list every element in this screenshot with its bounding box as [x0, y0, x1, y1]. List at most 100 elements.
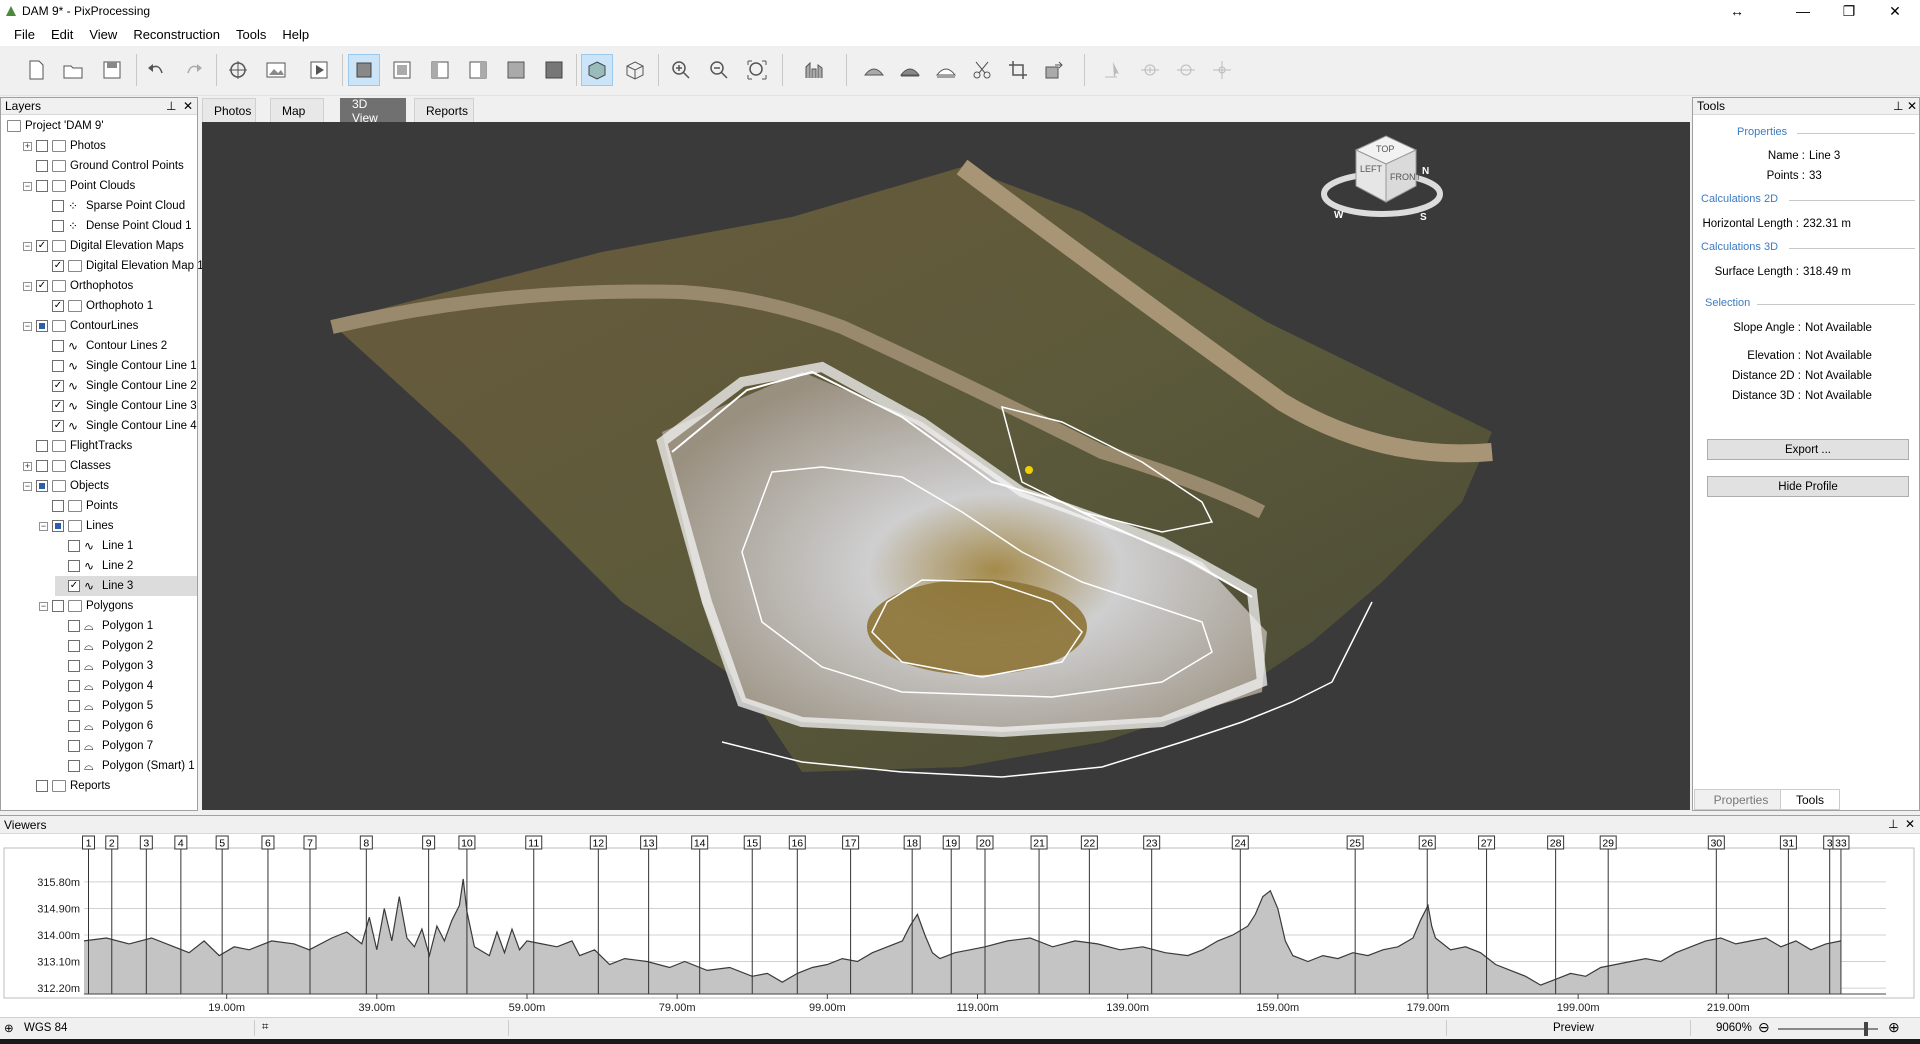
- layer-item[interactable]: ⌓ Polygon 1: [55, 616, 153, 636]
- volume-icon[interactable]: [858, 54, 890, 86]
- play-icon[interactable]: [303, 54, 335, 86]
- layer-item[interactable]: ✓ ∿ Single Contour Line 2: [39, 376, 197, 396]
- pin-icon[interactable]: ⊥: [1893, 99, 1903, 113]
- pin-icon[interactable]: ⊥: [1888, 817, 1898, 831]
- undo-icon[interactable]: [140, 54, 172, 86]
- layer-checkbox[interactable]: [52, 500, 64, 512]
- view-top-icon[interactable]: [538, 54, 570, 86]
- layer-checkbox[interactable]: ✓: [52, 420, 64, 432]
- menu-tools[interactable]: Tools: [228, 27, 274, 42]
- close-icon[interactable]: ✕: [1905, 817, 1915, 831]
- layer-checkbox[interactable]: [36, 180, 48, 192]
- layer-item[interactable]: ⌓ Polygon 2: [55, 636, 153, 656]
- minimize-button[interactable]: —: [1780, 0, 1826, 22]
- layer-checkbox[interactable]: ✓: [52, 300, 64, 312]
- close-icon[interactable]: ✕: [183, 99, 193, 113]
- layer-checkbox[interactable]: [68, 540, 80, 552]
- layer-item[interactable]: ✓ Orthophoto 1: [39, 296, 153, 316]
- remove-point-icon[interactable]: [1170, 54, 1202, 86]
- layer-item[interactable]: − Point Clouds: [23, 176, 135, 196]
- layer-checkbox[interactable]: [36, 780, 48, 792]
- layer-checkbox[interactable]: ✓: [52, 400, 64, 412]
- layer-item[interactable]: Reports: [23, 776, 110, 796]
- 3d-scene[interactable]: [202, 122, 1690, 810]
- collapse-icon[interactable]: −: [23, 481, 32, 491]
- layer-checkbox[interactable]: [68, 740, 80, 752]
- collapse-icon[interactable]: −: [23, 181, 32, 191]
- expand-icon[interactable]: +: [23, 461, 32, 471]
- layer-checkbox[interactable]: [36, 460, 48, 472]
- crop-status-icon[interactable]: ⌗: [262, 1021, 268, 1034]
- menu-help[interactable]: Help: [274, 27, 317, 42]
- crop-icon[interactable]: [1002, 54, 1034, 86]
- hide-profile-button[interactable]: Hide Profile: [1707, 476, 1909, 497]
- layer-item[interactable]: ✓ Digital Elevation Map 1: [39, 256, 204, 276]
- layer-item[interactable]: Points: [39, 496, 118, 516]
- export-button[interactable]: Export ...: [1707, 439, 1909, 460]
- surface2-icon[interactable]: [930, 54, 962, 86]
- layer-item[interactable]: ⌓ Polygon 4: [55, 676, 153, 696]
- layer-item[interactable]: ⌓ Polygon 6: [55, 716, 153, 736]
- layer-checkbox[interactable]: [68, 700, 80, 712]
- zoom-in-status-icon[interactable]: ⊕: [1888, 1019, 1900, 1036]
- layer-item[interactable]: ⌓ Polygon 3: [55, 656, 153, 676]
- pin-icon[interactable]: ⊥: [166, 99, 176, 113]
- layer-item[interactable]: ⌓ Polygon 5: [55, 696, 153, 716]
- layer-checkbox[interactable]: [52, 340, 64, 352]
- view-right-icon[interactable]: [500, 54, 532, 86]
- layer-checkbox[interactable]: [52, 520, 64, 532]
- layer-checkbox[interactable]: [68, 760, 80, 772]
- collapse-icon[interactable]: −: [23, 281, 32, 291]
- layer-item[interactable]: ⁘ Dense Point Cloud 1: [39, 216, 191, 236]
- layer-item[interactable]: FlightTracks: [23, 436, 132, 456]
- collapse-icon[interactable]: −: [39, 521, 48, 531]
- select-icon[interactable]: [1098, 54, 1130, 86]
- layer-checkbox[interactable]: [36, 480, 48, 492]
- layer-checkbox[interactable]: [52, 200, 64, 212]
- layer-checkbox[interactable]: ✓: [68, 580, 80, 592]
- layer-item[interactable]: − ✓ Orthophotos: [23, 276, 133, 296]
- view-back-icon[interactable]: [424, 54, 456, 86]
- add-point-icon[interactable]: [1134, 54, 1166, 86]
- layer-item[interactable]: ✓ ∿ Line 3: [55, 576, 197, 596]
- tab-map[interactable]: Map: [270, 98, 324, 122]
- layer-item[interactable]: ∿ Line 1: [55, 536, 133, 556]
- layer-item[interactable]: − Lines: [39, 516, 114, 536]
- layer-item[interactable]: ∿ Single Contour Line 1: [39, 356, 197, 376]
- layer-checkbox[interactable]: [36, 160, 48, 172]
- layer-item[interactable]: + Photos: [23, 136, 106, 156]
- layer-item[interactable]: Ground Control Points: [23, 156, 184, 176]
- layer-item[interactable]: ⁘ Sparse Point Cloud: [39, 196, 185, 216]
- selected-vertex[interactable]: [1025, 466, 1033, 474]
- layer-checkbox[interactable]: [68, 680, 80, 692]
- surface-icon[interactable]: [894, 54, 926, 86]
- layer-checkbox[interactable]: [68, 660, 80, 672]
- view-perspective-icon[interactable]: [348, 54, 380, 86]
- layer-item[interactable]: + Classes: [23, 456, 111, 476]
- menu-file[interactable]: File: [6, 27, 43, 42]
- gcp-icon[interactable]: [222, 54, 254, 86]
- navigation-cube[interactable]: TOP LEFT FRONT N W S: [1316, 124, 1446, 244]
- zoom-out-icon[interactable]: [703, 54, 735, 86]
- move-point-icon[interactable]: [1206, 54, 1238, 86]
- layer-item[interactable]: ∿ Contour Lines 2: [39, 336, 167, 356]
- view-front-icon[interactable]: [386, 54, 418, 86]
- tab-photos[interactable]: Photos: [202, 98, 256, 122]
- layer-item[interactable]: ⌓ Polygon (Smart) 1: [55, 756, 195, 776]
- layer-item[interactable]: ✓ ∿ Single Contour Line 3: [39, 396, 197, 416]
- zoom-in-icon[interactable]: [665, 54, 697, 86]
- layer-item[interactable]: ∿ Line 2: [55, 556, 133, 576]
- layer-checkbox[interactable]: [68, 640, 80, 652]
- layer-checkbox[interactable]: [52, 220, 64, 232]
- layer-item[interactable]: ✓ ∿ Single Contour Line 4: [39, 416, 197, 436]
- layer-checkbox[interactable]: ✓: [52, 380, 64, 392]
- tab-3d-view[interactable]: 3D View: [340, 97, 406, 125]
- tab-properties[interactable]: Properties: [1694, 789, 1788, 810]
- tab-tools[interactable]: Tools: [1780, 789, 1840, 810]
- elevation-profile-chart[interactable]: 315.80m314.90m314.00m313.10m312.20m1 2 3 4 5…: [0, 834, 1920, 1020]
- collapse-icon[interactable]: −: [23, 321, 32, 331]
- measure-icon[interactable]: [798, 54, 830, 86]
- restore-button[interactable]: ❐: [1826, 0, 1872, 22]
- layer-checkbox[interactable]: [68, 720, 80, 732]
- layer-item[interactable]: ⌓ Polygon 7: [55, 736, 153, 756]
